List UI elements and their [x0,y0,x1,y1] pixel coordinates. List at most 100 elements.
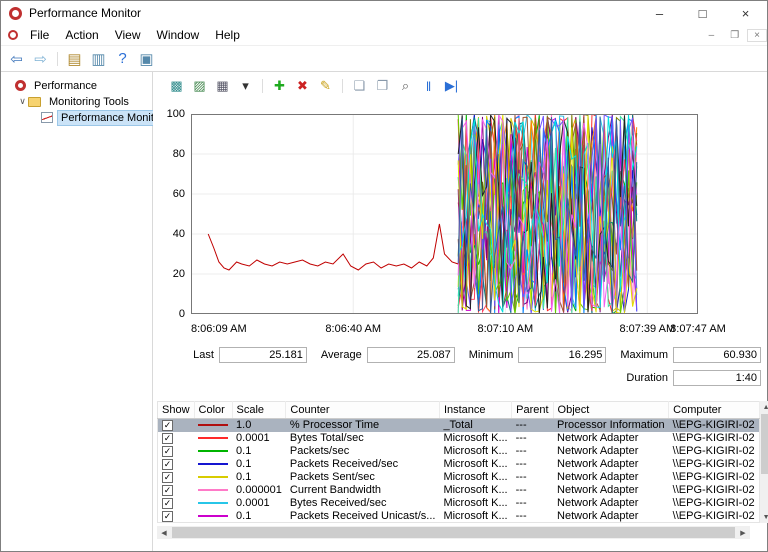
console-tree: Performance∨Monitoring ToolsPerformance … [1,72,153,551]
y-axis-label: 40 [153,228,185,240]
minimize-button[interactable]: – [638,1,681,25]
menu-help[interactable]: Help [207,26,248,44]
color-sample [198,437,228,439]
counter-cell: Current Bandwidth [286,484,440,497]
scroll-down-icon[interactable]: ▼ [760,511,768,523]
show-checkbox[interactable]: ✓ [162,446,173,457]
mdi-restore-button[interactable]: ❐ [722,30,747,41]
mdi-close-button[interactable]: × [747,29,767,42]
add-counter-icon[interactable]: ✚ [270,77,289,96]
maximize-button[interactable]: □ [681,1,724,25]
paste-counter-list-icon[interactable]: ❐ [373,77,392,96]
menu-view[interactable]: View [107,26,149,44]
average-value-field: 25.087 [367,347,455,363]
color-cell [194,510,232,523]
column-header-counter[interactable]: Counter [286,402,440,419]
scroll-up-icon[interactable]: ▲ [760,401,768,413]
menu-window[interactable]: Window [149,26,208,44]
delete-counter-icon[interactable]: ✖ [293,77,312,96]
counter-row[interactable]: ✓0.1Packets Sent/secMicrosoft K...---Net… [158,471,760,484]
show-checkbox[interactable]: ✓ [162,485,173,496]
column-header-parent[interactable]: Parent [512,402,553,419]
menu-action[interactable]: Action [57,26,106,44]
close-button[interactable]: × [724,1,767,25]
export-list-icon[interactable]: ▥ [88,48,109,69]
mdi-controls: – ❐ × [701,29,767,42]
tree-item-monitoring-tools[interactable]: ∨Monitoring Tools [1,94,152,109]
show-checkbox[interactable]: ✓ [162,498,173,509]
counter-row[interactable]: ✓0.1Packets Received/secMicrosoft K...--… [158,458,760,471]
vertical-scrollbar[interactable]: ▲ ▼ [760,401,768,523]
view-log-data-icon[interactable]: ▨ [190,77,209,96]
column-header-computer[interactable]: Computer [669,402,759,419]
parent-cell: --- [512,458,553,471]
show-cell: ✓ [158,419,195,432]
help-icon[interactable]: ? [112,48,133,69]
counter-row[interactable]: ✓0.000001Current BandwidthMicrosoft K...… [158,484,760,497]
graph-type-dropdown-icon[interactable]: ▾ [236,77,255,96]
counter-row[interactable]: ✓1.0% Processor Time_Total---Processor I… [158,419,760,432]
freeze-display-icon[interactable]: ‖ [419,77,438,96]
copy-properties-icon[interactable]: ❏ [350,77,369,96]
color-sample [198,489,228,491]
object-cell: Network Adapter [553,497,669,510]
counter-row[interactable]: ✓0.1Packets Received Unicast/s...Microso… [158,510,760,523]
tree-item-performance[interactable]: Performance [1,78,152,93]
counter-cell: Packets Received/sec [286,458,440,471]
counter-row[interactable]: ✓0.1Packets/secMicrosoft K...---Network … [158,445,760,458]
column-header-color[interactable]: Color [194,402,232,419]
last-label: Last [193,349,214,361]
highlight-icon[interactable]: ✎ [316,77,335,96]
counter-row[interactable]: ✓0.0001Bytes Received/secMicrosoft K...-… [158,497,760,510]
new-window-icon[interactable]: ▣ [136,48,157,69]
show-checkbox[interactable]: ✓ [162,511,173,522]
show-checkbox[interactable]: ✓ [162,433,173,444]
window-title: Performance Monitor [29,6,141,20]
scroll-right-icon[interactable]: ▶ [736,529,750,537]
menu-bar: File Action View Window Help – ❐ × [1,25,767,46]
mdi-minimize-button[interactable]: – [701,30,723,41]
change-graph-type-icon[interactable]: ▦ [213,77,232,96]
scale-cell: 0.1 [232,458,286,471]
counter-list: ShowColorScaleCounterInstanceParentObjec… [157,401,763,523]
column-header-show[interactable]: Show [158,402,195,419]
performance-monitor-window: Performance Monitor – □ × File Action Vi… [0,0,768,552]
duration-value-field: 1:40 [673,370,761,386]
expander-icon[interactable]: ∨ [17,96,28,107]
view-current-activity-icon[interactable]: ▩ [167,77,186,96]
scale-cell: 0.0001 [232,432,286,445]
vertical-scroll-thumb[interactable] [761,414,768,474]
show-console-tree-icon[interactable]: ▤ [64,48,85,69]
graph-toolbar: ▩▨▦▾ ✚✖✎ ❏❐⌕‖▶| [153,72,767,100]
counter-cell: Packets Received Unicast/s... [286,510,440,523]
tree-item-performance-monitor[interactable]: Performance Monitor [1,110,152,125]
scroll-left-icon[interactable]: ◀ [157,529,171,537]
object-cell: Network Adapter [553,445,669,458]
update-data-icon[interactable]: ▶| [442,77,461,96]
object-cell: Network Adapter [553,471,669,484]
computer-cell: \\EPG-KIGIRI-02 [669,484,759,497]
mdi-system-icon[interactable] [8,30,18,40]
column-header-instance[interactable]: Instance [439,402,511,419]
menu-file[interactable]: File [22,26,57,44]
show-checkbox[interactable]: ✓ [162,472,173,483]
back-icon[interactable]: ⇦ [6,48,27,69]
scale-cell: 0.0001 [232,497,286,510]
counter-row[interactable]: ✓0.0001Bytes Total/secMicrosoft K...---N… [158,432,760,445]
column-header-object[interactable]: Object [553,402,669,419]
minimum-value-field: 16.295 [518,347,606,363]
x-axis-label: 8:07:47 AM [670,323,726,335]
show-checkbox[interactable]: ✓ [162,459,173,470]
instance-cell: Microsoft K... [439,497,511,510]
column-header-scale[interactable]: Scale [232,402,286,419]
zoom-icon[interactable]: ⌕ [396,77,415,96]
perfmon-app-icon [9,7,22,20]
show-checkbox[interactable]: ✓ [162,420,173,431]
duration-label: Duration [626,372,668,384]
horizontal-scroll-thumb[interactable] [172,527,735,538]
counter-cell: Bytes Total/sec [286,432,440,445]
horizontal-scrollbar[interactable]: ◀ ▶ [157,526,750,539]
performance-graph [191,114,698,314]
show-cell: ✓ [158,497,195,510]
forward-icon[interactable]: ⇨ [30,48,51,69]
